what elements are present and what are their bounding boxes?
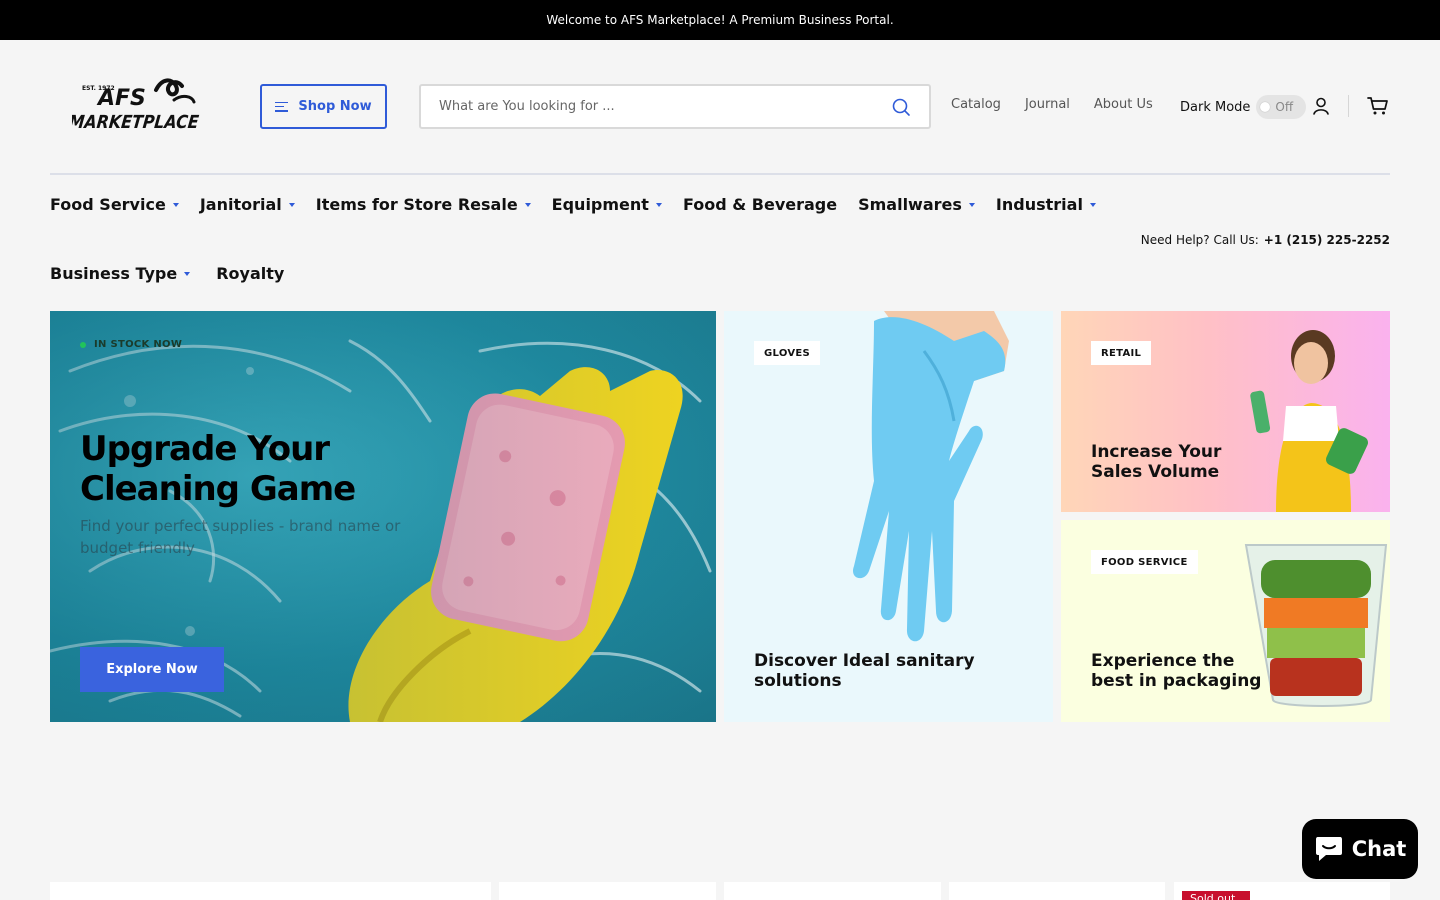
chat-label: Chat [1351,837,1407,861]
in-stock-badge: IN STOCK NOW [80,339,182,350]
shop-now-label: Shop Now [298,99,372,114]
cart-icon[interactable] [1367,96,1389,116]
nav-equipment[interactable]: Equipment [552,195,662,214]
dark-mode-toggle[interactable]: Off [1256,95,1307,119]
afs-marketplace-logo[interactable]: EST. 1972 AFS MARKETPLACE [68,72,212,136]
top-links: Catalog Journal About Us [951,97,1153,112]
search-icon[interactable] [891,97,911,117]
nav-label: Industrial [995,195,1083,214]
search-bar [419,84,931,129]
chevron-down-icon [288,202,295,207]
nav-food-service[interactable]: Food Service [50,195,179,214]
dark-mode-control: Dark Mode Off [1180,95,1307,119]
sold-out-badge: Sold out [1182,891,1250,900]
nav-label: Royalty [216,264,285,283]
hero-banner[interactable]: IN STOCK NOW Upgrade Your Cleaning Game … [50,311,716,722]
header-divider-line [50,173,1390,175]
menu-icon [275,101,289,112]
link-about-us[interactable]: About Us [1094,97,1153,112]
help-phone-link[interactable]: +1 (215) 225-2252 [1264,233,1390,247]
status-dot-icon [80,341,86,348]
nav-smallwares[interactable]: Smallwares [858,195,975,214]
food-service-card[interactable]: FOOD SERVICE Experience the best in pack… [1061,520,1390,722]
chevron-down-icon [655,202,662,207]
nav-food-beverage[interactable]: Food & Beverage [683,195,837,214]
product-card[interactable] [50,882,491,900]
link-journal[interactable]: Journal [1025,97,1070,112]
product-card[interactable] [499,882,716,900]
nav-label: Equipment [551,195,649,214]
nav-label: Janitorial [199,195,282,214]
logo-afs: AFS [96,86,146,111]
nav-janitorial[interactable]: Janitorial [200,195,295,214]
chevron-down-icon [172,202,179,207]
hero-title: Upgrade Your Cleaning Game [80,429,356,509]
hero-badge-text: IN STOCK NOW [94,339,183,350]
gloves-card[interactable]: GLOVES Discover Ideal sanitary solutions [724,311,1053,722]
link-catalog[interactable]: Catalog [951,97,1001,112]
announcement-bar: Welcome to AFS Marketplace! A Premium Bu… [0,0,1440,40]
secondary-nav: Business Type Royalty [50,264,284,283]
product-card[interactable] [949,882,1165,900]
gloves-tag: GLOVES [754,341,821,365]
nav-label: Smallwares [858,195,962,214]
toggle-knob [1260,102,1271,112]
nav-items-for-store-resale[interactable]: Items for Store Resale [316,195,531,214]
help-contact: Need Help? Call Us: +1 (215) 225-2252 [1141,233,1390,247]
logo-marketplace: MARKETPLACE [72,112,200,133]
chevron-down-icon [184,271,191,276]
nav-label: Food & Beverage [682,195,838,214]
food-service-tag: FOOD SERVICE [1091,550,1198,574]
dark-mode-label: Dark Mode [1180,99,1251,115]
header-divider [1348,95,1349,117]
dark-mode-state: Off [1275,100,1294,114]
chevron-down-icon [1089,202,1096,207]
nav-business-type[interactable]: Business Type [50,264,191,283]
explore-now-button[interactable]: Explore Now [80,647,224,692]
nav-royalty[interactable]: Royalty [216,264,284,283]
chevron-down-icon [524,202,531,207]
retail-card-title: Increase Your Sales Volume [1091,442,1222,482]
search-input[interactable] [439,99,891,114]
product-card[interactable] [724,882,941,900]
chevron-down-icon [968,202,975,207]
nav-label: Items for Store Resale [315,195,518,214]
announcement-text: Welcome to AFS Marketplace! A Premium Bu… [546,13,894,27]
food-service-card-title: Experience the best in packaging [1091,651,1262,691]
gloves-card-title: Discover Ideal sanitary solutions [754,651,975,691]
main-nav: Food Service Janitorial Items for Store … [50,195,1096,214]
retail-tag: RETAIL [1091,341,1152,365]
chat-button[interactable]: Chat [1302,819,1418,879]
chat-bubble-icon [1315,837,1342,861]
hero-subtitle: Find your perfect supplies - brand name … [80,517,401,557]
nav-label: Food Service [50,195,166,214]
user-account-icon[interactable] [1311,96,1331,116]
shop-now-button[interactable]: Shop Now [260,84,387,129]
nav-label: Business Type [50,264,178,283]
retail-card[interactable]: RETAIL Increase Your Sales Volume [1061,311,1390,512]
help-label: Need Help? Call Us: [1140,233,1259,247]
nav-industrial[interactable]: Industrial [996,195,1096,214]
